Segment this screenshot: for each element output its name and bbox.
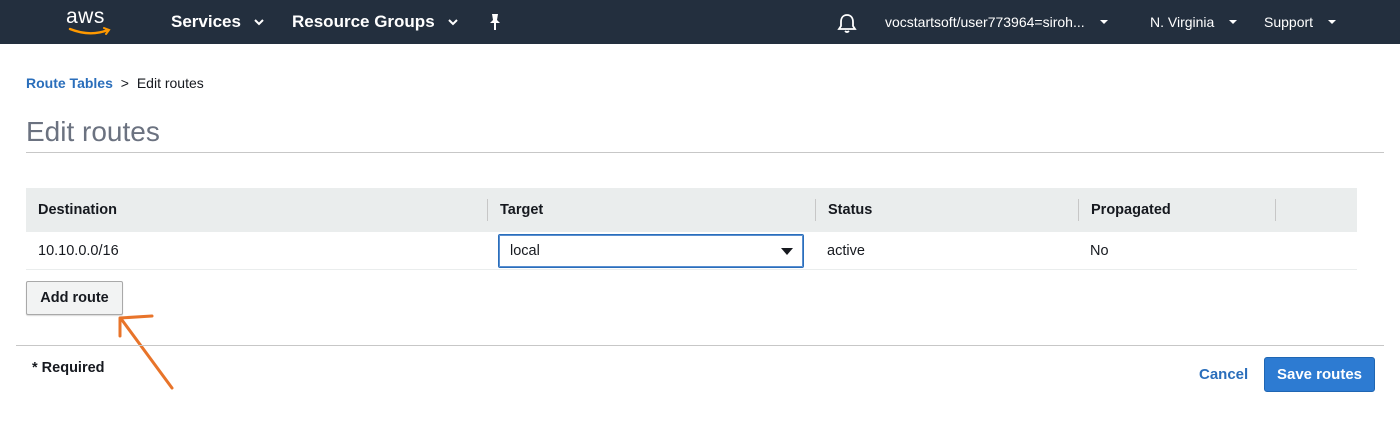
breadcrumb-route-tables[interactable]: Route Tables — [26, 75, 113, 91]
aws-logo[interactable]: aws — [66, 5, 116, 39]
routes-table: Destination Target Status Propagated 10.… — [26, 188, 1357, 270]
column-header-status[interactable]: Status — [828, 188, 872, 232]
column-divider — [1078, 199, 1079, 221]
breadcrumb: Route Tables > Edit routes — [26, 75, 204, 91]
region-menu[interactable]: N. Virginia — [1150, 0, 1238, 44]
route-status: active — [827, 243, 865, 259]
aws-smile-icon — [68, 27, 111, 35]
pin-icon[interactable] — [486, 12, 504, 32]
resource-groups-menu[interactable]: Resource Groups — [292, 0, 459, 44]
target-select-value: local — [510, 243, 540, 259]
resource-groups-label: Resource Groups — [292, 12, 435, 31]
bell-icon[interactable] — [836, 12, 858, 34]
aws-logo-text: aws — [66, 5, 105, 28]
cancel-button[interactable]: Cancel — [1199, 366, 1248, 383]
services-menu[interactable]: Services — [171, 0, 265, 44]
breadcrumb-separator: > — [120, 75, 129, 91]
chevron-down-icon — [1328, 20, 1337, 24]
breadcrumb-current: Edit routes — [136, 75, 204, 91]
chevron-down-icon — [1099, 20, 1108, 24]
region-label: N. Virginia — [1150, 14, 1215, 30]
annotation-arrow-icon — [118, 314, 174, 390]
footer-divider — [16, 345, 1384, 346]
column-header-propagated[interactable]: Propagated — [1091, 188, 1171, 232]
table-header: Destination Target Status Propagated — [26, 188, 1357, 232]
column-header-destination[interactable]: Destination — [38, 188, 117, 232]
chevron-down-icon — [447, 19, 458, 26]
services-label: Services — [171, 12, 241, 31]
title-divider — [26, 152, 1384, 153]
route-destination: 10.10.0.0/16 — [38, 243, 119, 259]
column-divider — [487, 199, 488, 221]
support-menu[interactable]: Support — [1264, 0, 1337, 44]
column-divider — [1275, 199, 1276, 221]
support-label: Support — [1264, 14, 1314, 30]
required-note: * Required — [32, 360, 105, 376]
route-propagated: No — [1090, 243, 1109, 259]
chevron-down-icon — [1229, 20, 1238, 24]
account-menu[interactable]: vocstartsoft/user773964=siroh... — [885, 0, 1109, 44]
account-label: vocstartsoft/user773964=siroh... — [885, 14, 1085, 30]
target-select[interactable]: local — [498, 234, 804, 268]
column-header-target[interactable]: Target — [500, 188, 543, 232]
chevron-down-icon — [254, 19, 264, 26]
save-routes-button[interactable]: Save routes — [1264, 357, 1375, 392]
page-title: Edit routes — [26, 116, 160, 147]
column-divider — [815, 199, 816, 221]
top-navigation-bar: aws Services Resource Groups vocstartsof… — [0, 0, 1400, 44]
dropdown-caret-icon — [781, 248, 793, 255]
